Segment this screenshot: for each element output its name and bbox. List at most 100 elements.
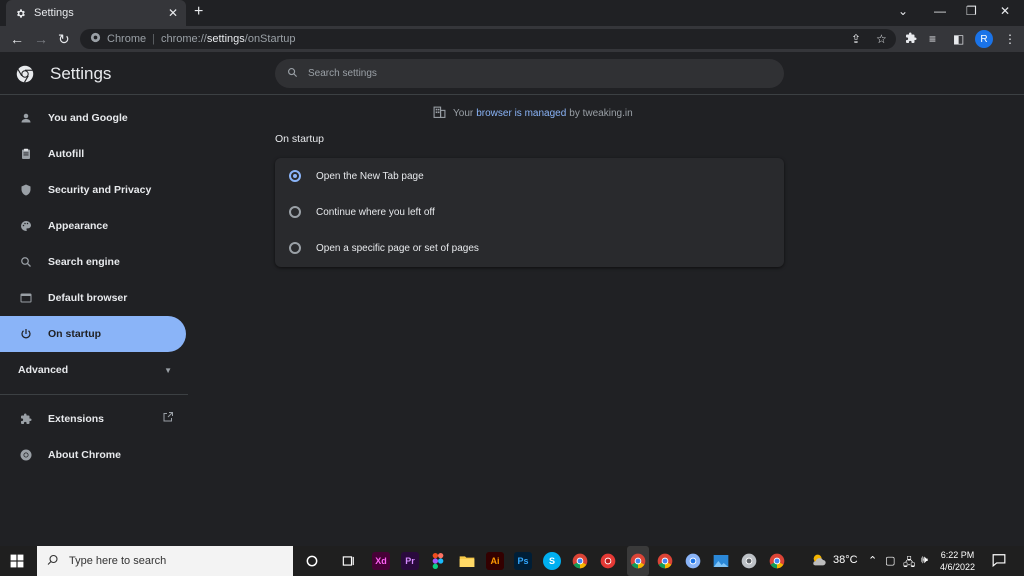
tab-title: Settings [34,7,74,19]
sidebar-item-autofill[interactable]: Autofill [0,136,188,172]
restore-icon[interactable]: ❐ [966,4,977,18]
sidebar-item-label: You and Google [48,112,128,124]
search-icon [47,554,59,569]
sidebar-item-security[interactable]: Security and Privacy [0,172,188,208]
windows-start-icon[interactable] [10,554,24,573]
radio-option-continue[interactable]: Continue where you left off [275,194,784,230]
managed-link[interactable]: browser is managed [476,108,566,119]
settings-search[interactable] [275,59,784,88]
omnibox-origin: Chrome [107,33,147,45]
sidebar-item-label: Search engine [48,256,120,268]
avatar[interactable]: R [975,30,993,48]
share-icon[interactable]: ⇪ [851,32,861,46]
omnibox-separator: | [152,33,155,45]
sidebar-item-label: Security and Privacy [48,184,152,196]
chevron-up-icon[interactable]: ⌃ [868,554,877,567]
notification-icon[interactable] [992,553,1006,570]
side-panel-icon[interactable]: ◧ [953,32,964,46]
omnibox[interactable]: Chrome | chrome://settings/onStartup [80,29,896,49]
sidebar-item-search-engine[interactable]: Search engine [0,244,188,280]
clipboard-icon [18,146,34,162]
chrome-logo-icon [18,447,34,463]
sidebar-advanced[interactable]: Advanced ▼ [0,352,188,388]
managed-suffix: by tweaking.in [569,108,633,119]
search-icon [18,254,34,270]
section-title: On startup [275,133,325,145]
taskbar-search[interactable] [37,546,293,576]
sidebar: You and Google Autofill Security and Pri… [0,100,188,473]
minimize-icon[interactable]: — [934,4,946,18]
sidebar-item-default-browser[interactable]: Default browser [0,280,188,316]
radio-button[interactable] [289,242,301,254]
radio-button[interactable] [289,206,301,218]
chrome-red-icon[interactable] [599,552,617,570]
photos-icon[interactable] [712,552,730,570]
managed-notice: Your browser is managed by tweaking.in [433,106,633,121]
close-tab-icon[interactable]: ✕ [168,6,178,20]
sidebar-item-on-startup[interactable]: On startup [0,316,186,352]
radio-button[interactable] [289,170,301,182]
url-host: settings [206,33,245,45]
clock[interactable]: 6:22 PM 4/6/2022 [940,549,975,573]
radio-option-new-tab[interactable]: Open the New Tab page [275,158,784,194]
sidebar-item-label: Extensions [48,413,105,425]
url-path: /onStartup [244,33,296,45]
new-tab-icon[interactable]: + [194,3,203,21]
sidebar-item-label: Autofill [48,148,85,160]
tab-strip: Settings ✕ + ⌄ — ❐ ✕ [0,0,1024,26]
settings-header: Settings [0,52,1024,95]
power-icon [18,326,34,342]
puzzle-icon [18,411,34,427]
radio-option-specific-pages[interactable]: Open a specific page or set of pages [275,230,784,266]
sidebar-item-about-chrome[interactable]: About Chrome [0,437,188,473]
photoshop-icon[interactable]: Ps [514,552,532,570]
sidebar-item-label: About Chrome [48,449,121,461]
chromium-dev-icon[interactable] [740,552,758,570]
file-explorer-icon[interactable] [458,552,476,570]
task-view-icon[interactable] [339,552,357,570]
premiere-icon[interactable]: Pr [401,552,419,570]
cortana-icon[interactable] [303,552,321,570]
meet-now-icon[interactable]: ▢ [885,554,895,567]
settings-page: Settings You and Google Autofill Securit… [0,52,1024,546]
more-menu-icon[interactable]: ⋮ [1004,32,1016,46]
back-icon[interactable]: ← [10,31,24,47]
xd-icon[interactable]: Xd [372,552,390,570]
reading-list-icon[interactable]: ≡ [929,32,936,46]
chrome-page-icon [90,32,101,46]
chromium-icon[interactable] [684,552,702,570]
sidebar-item-extensions[interactable]: Extensions [0,401,188,437]
volume-icon[interactable]: 🕪 [921,554,928,567]
building-icon [433,106,446,121]
extensions-puzzle-icon[interactable] [905,32,917,47]
sidebar-item-you-and-google[interactable]: You and Google [0,100,188,136]
network-icon[interactable]: 🖧 [903,554,915,573]
close-window-icon[interactable]: ✕ [1000,4,1010,18]
figma-icon[interactable] [429,552,447,570]
chrome-canary-icon[interactable] [768,552,786,570]
chrome-profile-icon[interactable] [656,552,674,570]
radio-option-label: Open a specific page or set of pages [316,242,479,254]
weather-icon[interactable] [811,552,827,571]
chrome-logo-icon [16,65,34,83]
sidebar-item-label: On startup [48,328,102,340]
tab-search-icon[interactable]: ⌄ [898,4,908,18]
sidebar-advanced-label: Advanced [18,364,69,376]
browser-icon [18,290,34,306]
reload-icon[interactable]: ↻ [58,31,70,48]
windows-taskbar: Xd Pr Ai Ps S 38°C ⌃ ▢ 🖧 🕪 6:22 PM 4/6/2… [0,546,1024,576]
tab-settings[interactable]: Settings ✕ [6,0,186,26]
illustrator-icon[interactable]: Ai [486,552,504,570]
forward-icon[interactable]: → [34,31,48,47]
sidebar-item-label: Default browser [48,292,128,304]
chrome-icon[interactable] [571,552,589,570]
taskbar-search-input[interactable] [69,555,269,567]
external-link-icon [162,411,174,426]
skype-icon[interactable]: S [543,552,561,570]
bookmark-star-icon[interactable]: ☆ [876,32,887,46]
search-input[interactable] [308,68,748,79]
chevron-down-icon: ▼ [164,365,172,375]
palette-icon [18,218,34,234]
sidebar-item-appearance[interactable]: Appearance [0,208,188,244]
chrome-active-icon[interactable] [627,546,649,576]
